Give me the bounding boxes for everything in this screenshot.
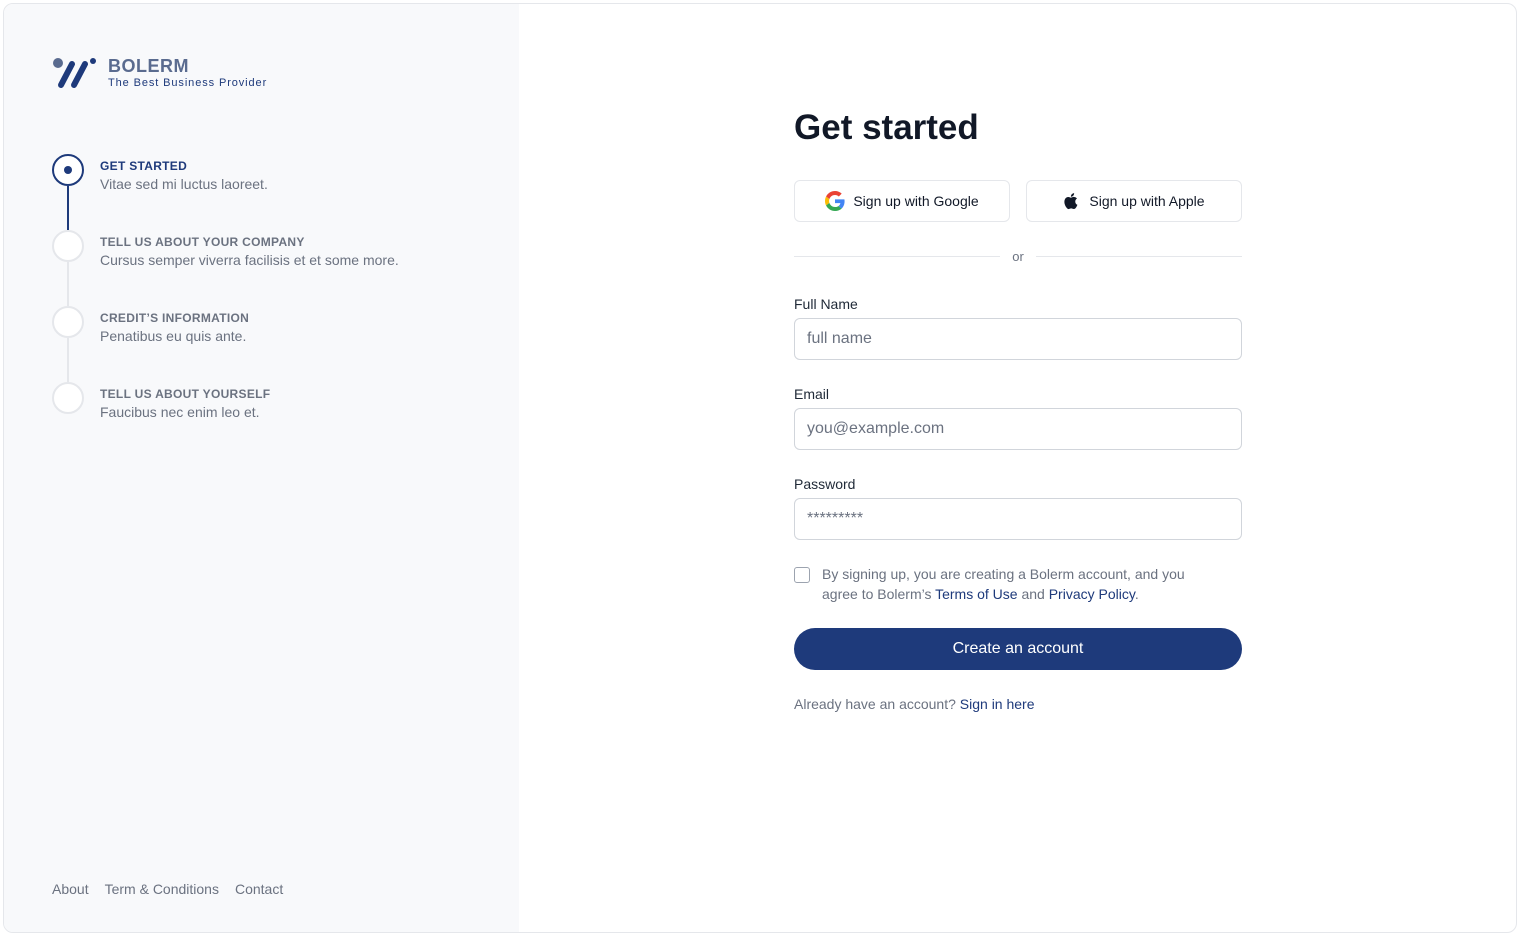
signin-prompt: Already have an account? Sign in here — [794, 696, 1035, 712]
terms-agreement: By signing up, you are creating a Bolerm… — [794, 564, 1242, 604]
brand-tagline: The Best Business Provider — [108, 77, 268, 89]
google-signup-label: Sign up with Google — [853, 193, 979, 209]
full-name-label: Full Name — [794, 296, 858, 312]
step-connector — [67, 186, 69, 230]
signup-window: BOLERM The Best Business Provider GET ST… — [3, 3, 1517, 933]
divider-line — [1035, 256, 1242, 257]
apple-icon — [1063, 191, 1081, 211]
full-name-group: Full Name — [794, 296, 1242, 360]
password-label: Password — [794, 476, 856, 492]
step-description: Cursus semper viverra facilisis et et so… — [100, 252, 399, 268]
logo-icon — [52, 56, 98, 90]
step-connector — [67, 262, 69, 306]
terms-and: and — [1017, 586, 1049, 602]
step-title: TELL US ABOUT YOUR COMPANY — [100, 235, 305, 249]
footer-nav: About Term & Conditions Contact — [52, 881, 283, 897]
terms-suffix: . — [1134, 586, 1139, 602]
signin-prompt-text: Already have an account? — [794, 696, 960, 712]
apple-signup-button[interactable]: Sign up with Apple — [1026, 180, 1242, 222]
brand-logo[interactable]: BOLERM The Best Business Provider — [52, 56, 267, 90]
or-divider: or — [794, 249, 1242, 264]
signin-link[interactable]: Sign in here — [960, 696, 1035, 712]
step-description: Faucibus nec enim leo et. — [100, 404, 260, 420]
step-title: TELL US ABOUT YOURSELF — [100, 387, 271, 401]
step-indicator — [52, 230, 84, 262]
apple-signup-label: Sign up with Apple — [1089, 193, 1205, 209]
full-name-input[interactable] — [794, 318, 1242, 360]
email-input[interactable] — [794, 408, 1242, 450]
google-signup-button[interactable]: Sign up with Google — [794, 180, 1010, 222]
step-title: GET STARTED — [100, 159, 188, 173]
terms-of-use-link[interactable]: Terms of Use — [935, 586, 1017, 602]
step-connector — [67, 338, 69, 382]
password-group: Password — [794, 476, 1242, 540]
divider-text: or — [1012, 249, 1024, 264]
footer-link-terms[interactable]: Term & Conditions — [105, 881, 219, 897]
page-title: Get started — [794, 108, 979, 147]
email-label: Email — [794, 386, 830, 402]
divider-line — [794, 256, 1001, 257]
step-title: CREDIT’S INFORMATION — [100, 311, 250, 325]
social-signup: Sign up with Google Sign up with Apple — [794, 180, 1242, 222]
footer-link-contact[interactable]: Contact — [235, 881, 283, 897]
terms-text: By signing up, you are creating a Bolerm… — [822, 564, 1222, 604]
create-account-button[interactable]: Create an account — [794, 628, 1242, 670]
step-indicator — [52, 382, 84, 414]
step-dot — [64, 166, 72, 174]
privacy-policy-link[interactable]: Privacy Policy — [1049, 586, 1135, 602]
step-description: Vitae sed mi luctus laoreet. — [100, 176, 268, 192]
step-indicator — [52, 306, 84, 338]
sidebar: BOLERM The Best Business Provider GET ST… — [4, 4, 519, 932]
footer-link-about[interactable]: About — [52, 881, 89, 897]
terms-checkbox[interactable] — [794, 567, 810, 583]
google-icon — [825, 191, 845, 211]
logo-text: BOLERM The Best Business Provider — [108, 56, 267, 89]
step-indicator-active — [52, 154, 84, 186]
step-description: Penatibus eu quis ante. — [100, 328, 247, 344]
brand-name: BOLERM — [108, 56, 189, 76]
email-group: Email — [794, 386, 1242, 450]
password-input[interactable] — [794, 498, 1242, 540]
